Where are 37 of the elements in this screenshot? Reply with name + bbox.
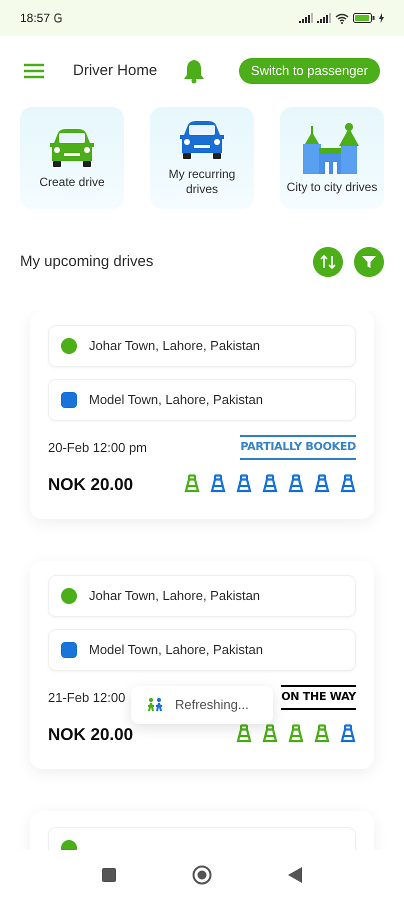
recents-icon[interactable] [101, 867, 117, 883]
menu-icon[interactable] [24, 63, 44, 79]
people-icon [147, 698, 163, 712]
back-icon[interactable] [287, 866, 303, 884]
battery-icon [353, 13, 375, 23]
signal-icon [299, 13, 313, 23]
price-text: NOK 20.00 [48, 474, 134, 496]
section-title: My upcoming drives [20, 252, 154, 272]
sort-button[interactable] [313, 247, 343, 277]
price-text: NOK 20.00 [48, 724, 134, 746]
address-text: Johar Town, Lahore, Pakistan [89, 337, 260, 356]
location-row[interactable]: Johar Town, Lahore, Pakistan [48, 325, 356, 367]
date-text: 21-Feb 12:00 [48, 688, 126, 706]
location-row[interactable]: Model Town, Lahore, Pakistan [48, 379, 356, 421]
address-text: Johar Town, Lahore, Pakistan [89, 587, 260, 606]
home-icon[interactable] [192, 865, 212, 885]
signal-icon [317, 13, 331, 23]
clock-text: 18:57 [20, 10, 50, 27]
wifi-icon [335, 12, 349, 24]
filter-button[interactable] [354, 247, 384, 277]
location-row[interactable]: Model Town, Lahore, Pakistan [48, 629, 356, 671]
shortcut-tile[interactable]: Create drive [20, 107, 124, 209]
shortcut-tile[interactable]: My recurring drives [150, 107, 254, 209]
address-text: Model Town, Lahore, Pakistan [89, 641, 263, 660]
address-text: Model Town, Lahore, Pakistan [89, 391, 263, 410]
drive-card[interactable]: Johar Town, Lahore, Pakistan Model Town, Lahore, Pakistan 20-Feb 12:00 pm PARTIALLY BOOKED NOK 20.00 [30, 311, 374, 519]
sort-icon [320, 255, 336, 269]
page-title: Driver Home [73, 60, 158, 81]
status-badge: PARTIALLY BOOKED [240, 435, 356, 460]
status-badge: ON THE WAY [281, 685, 356, 710]
shortcut-tile[interactable]: City to city drives [280, 107, 384, 209]
date-text: 20-Feb 12:00 pm [48, 438, 148, 457]
filter-icon [362, 255, 376, 269]
bell-icon[interactable] [182, 58, 206, 84]
charging-icon [379, 13, 384, 23]
toast-text: Refreshing... [175, 696, 249, 714]
location-row[interactable]: Johar Town, Lahore, Pakistan [48, 575, 356, 617]
